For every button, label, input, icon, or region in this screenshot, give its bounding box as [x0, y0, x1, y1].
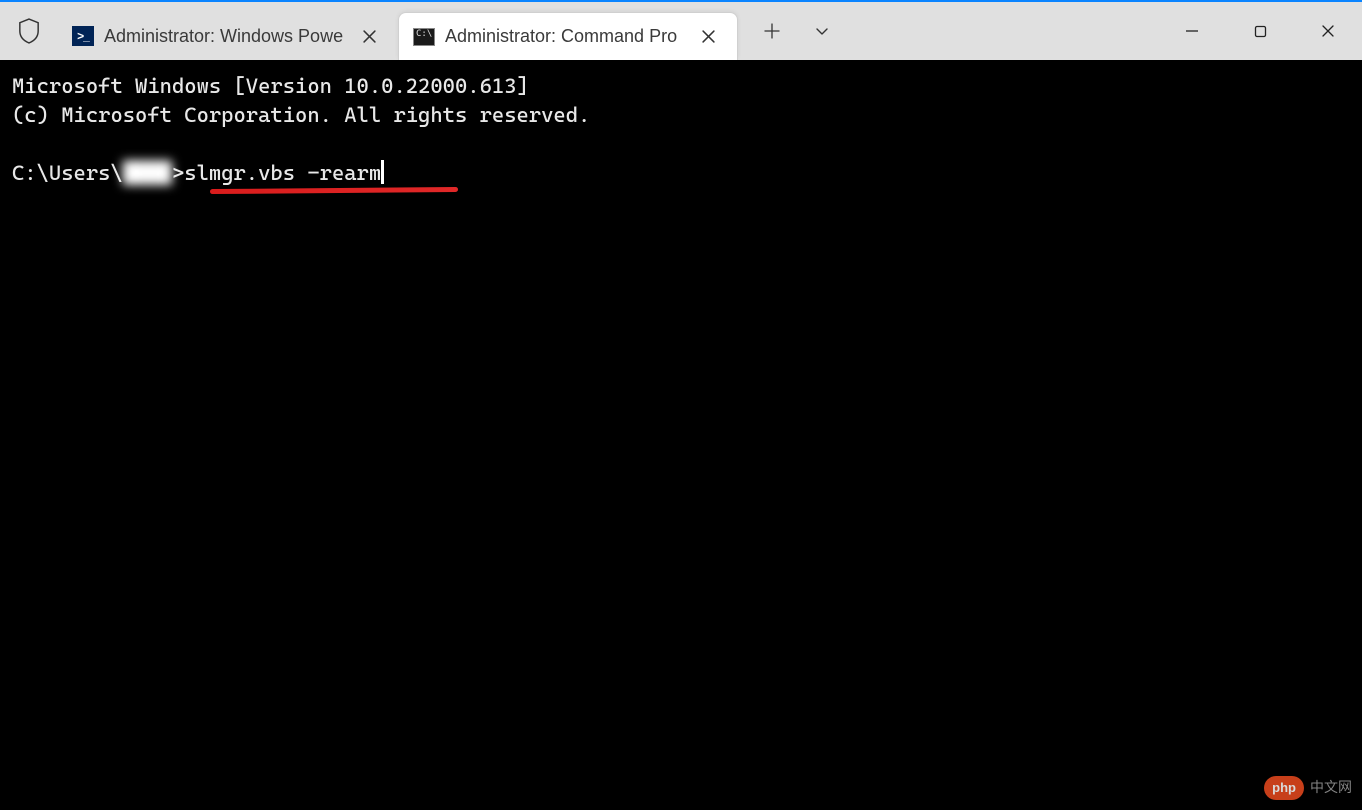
titlebar: >_ Administrator: Windows Powe C:\ Admin…: [0, 0, 1362, 60]
uac-shield-slot: [0, 2, 58, 60]
command-text: slmgr.vbs -rearm: [184, 161, 381, 185]
tab-actions: [738, 9, 846, 53]
maximize-icon: [1254, 25, 1267, 38]
maximize-button[interactable]: [1226, 2, 1294, 60]
window-close-button[interactable]: [1294, 2, 1362, 60]
close-icon: [1321, 24, 1335, 38]
text-cursor: [381, 160, 384, 184]
powershell-icon: >_: [72, 26, 94, 46]
annotation-underline: [210, 187, 458, 194]
cmd-icon: C:\: [413, 27, 435, 47]
tab-command-prompt[interactable]: C:\ Administrator: Command Pro: [398, 12, 738, 60]
watermark: php 中文网: [1264, 776, 1352, 800]
titlebar-left: >_ Administrator: Windows Powe C:\ Admin…: [0, 2, 846, 60]
terminal-line: Microsoft Windows [Version 10.0.22000.61…: [12, 74, 529, 98]
new-tab-button[interactable]: [748, 9, 796, 53]
tab-label: Administrator: Windows Powe: [104, 26, 344, 47]
tab-strip: >_ Administrator: Windows Powe C:\ Admin…: [58, 2, 738, 60]
chevron-down-icon: [815, 24, 829, 38]
close-icon: [363, 30, 376, 43]
prompt-path-prefix: C:\Users\: [12, 161, 123, 185]
close-icon: [702, 30, 715, 43]
shield-icon: [18, 18, 40, 44]
watermark-badge: php: [1264, 776, 1304, 800]
terminal-viewport[interactable]: Microsoft Windows [Version 10.0.22000.61…: [0, 60, 1362, 810]
titlebar-drag-region[interactable]: [846, 2, 1158, 60]
tab-powershell[interactable]: >_ Administrator: Windows Powe: [58, 12, 398, 60]
tab-dropdown-button[interactable]: [798, 9, 846, 53]
minimize-icon: [1185, 24, 1199, 38]
watermark-text: 中文网: [1310, 778, 1352, 797]
terminal-line: (c) Microsoft Corporation. All rights re…: [12, 103, 590, 127]
tab-close-button[interactable]: [693, 22, 723, 52]
prompt-username-redacted: ████: [123, 159, 172, 188]
tab-label: Administrator: Command Pro: [445, 26, 683, 47]
window-controls: [1158, 2, 1362, 60]
minimize-button[interactable]: [1158, 2, 1226, 60]
tab-close-button[interactable]: [354, 21, 384, 51]
prompt-suffix: >: [172, 161, 184, 185]
plus-icon: [764, 23, 780, 39]
